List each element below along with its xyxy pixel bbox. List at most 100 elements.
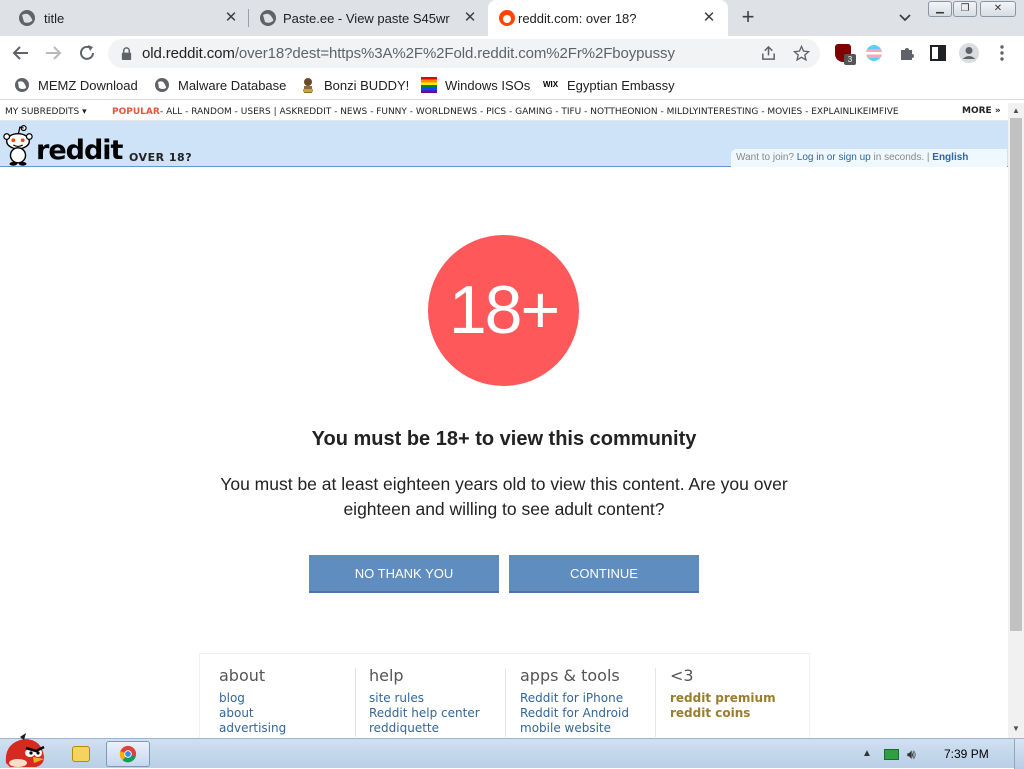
footer-link[interactable]: site rules (369, 691, 499, 706)
address-bar[interactable]: old.reddit.com/over18?dest=https%3A%2F%2… (108, 39, 820, 68)
page-footer: about blog about advertising help site r… (199, 653, 810, 737)
close-window-button[interactable]: ✕ (980, 1, 1016, 17)
reddit-premium-link[interactable]: reddit premium (670, 691, 800, 706)
scroll-down-icon[interactable]: ▼ (1008, 722, 1024, 736)
puzzle-extensions-icon[interactable] (896, 42, 918, 64)
forward-icon[interactable] (42, 42, 64, 64)
footer-column-love: <3 reddit premium reddit coins (670, 666, 800, 721)
login-signup-link[interactable]: Log in or sign up (797, 152, 871, 163)
bookmark-memz[interactable]: MEMZ Download (14, 76, 138, 94)
chrome-taskbar-button[interactable] (106, 741, 150, 767)
lock-icon[interactable] (120, 47, 133, 60)
subreddit-bar: MY SUBREDDITS ▾ POPULAR - ALL - RANDOM -… (0, 103, 1008, 121)
back-icon[interactable] (10, 42, 32, 64)
footer-heading: about (219, 666, 266, 685)
subreddit-links[interactable]: - ALL - RANDOM - USERS | ASKREDDIT - NEW… (160, 107, 950, 117)
popular-link[interactable]: POPULAR (112, 107, 160, 117)
bookmark-bonzi-buddy[interactable]: Bonzi BUDDY! (300, 76, 409, 94)
bookmark-malware-database[interactable]: Malware Database (154, 76, 286, 94)
gate-heading: You must be 18+ to view this community (311, 428, 697, 450)
footer-heading: apps & tools (520, 666, 620, 685)
bookmark-windows-isos[interactable]: Windows ISOs (421, 76, 530, 94)
extension-badge: 3 (844, 54, 856, 65)
age-18-badge: 18+ (428, 235, 579, 386)
footer-link[interactable]: reddiquette (369, 721, 499, 736)
footer-column-about: about blog about advertising (219, 666, 349, 736)
scroll-up-icon[interactable]: ▲ (1008, 104, 1024, 118)
page-title: OVER 18? (129, 151, 193, 164)
restore-button[interactable]: ❐ (953, 1, 977, 17)
taskbar-clock[interactable]: 7:39 PM (944, 747, 989, 761)
reddit-wordmark[interactable]: reddit (36, 135, 123, 166)
tab-reddit-over18[interactable]: reddit.com: over 18? ✕ (488, 0, 728, 36)
footer-divider (655, 668, 656, 737)
bookmark-label: Windows ISOs (445, 77, 531, 93)
close-tab-icon[interactable]: ✕ (222, 9, 240, 27)
show-desktop-button[interactable] (1014, 739, 1024, 769)
join-text: in seconds. (873, 152, 925, 163)
bookmarks-bar: MEMZ Download Malware Database Bonzi BUD… (0, 70, 1024, 100)
bookmark-egyptian-embassy[interactable]: WIX Egyptian Embassy (543, 76, 675, 94)
footer-link[interactable]: mobile website (520, 721, 650, 736)
my-subreddits-dropdown[interactable]: MY SUBREDDITS ▾ (5, 107, 87, 117)
wix-icon: WIX (543, 80, 559, 89)
side-panel-icon[interactable] (927, 42, 949, 64)
close-tab-icon[interactable]: ✕ (700, 9, 718, 27)
globe-icon (260, 10, 276, 26)
angry-bird-start-icon[interactable] (0, 731, 48, 769)
globe-icon (19, 10, 35, 26)
close-tab-icon[interactable]: ✕ (461, 9, 479, 27)
star-icon[interactable] (793, 45, 810, 62)
footer-link[interactable]: advertising (219, 721, 349, 736)
reload-icon[interactable] (76, 42, 98, 64)
show-hidden-icons-chevron-icon[interactable]: ▲ (862, 748, 872, 759)
minimize-button[interactable]: ▁ (928, 1, 952, 17)
rainbow-flag-icon (421, 77, 437, 93)
footer-link[interactable]: Reddit help center (369, 706, 499, 721)
bookmark-label: Bonzi BUDDY! (324, 77, 410, 93)
globe-icon (15, 78, 29, 92)
windows-taskbar: ▲ 🔊︎ 7:39 PM (0, 733, 1024, 769)
tab-label: title (44, 10, 65, 26)
reddit-favicon-icon (499, 10, 515, 26)
browser-toolbar: old.reddit.com/over18?dest=https%3A%2F%2… (0, 36, 1024, 70)
more-link[interactable]: MORE » (956, 106, 1008, 120)
bookmark-label: Egyptian Embassy (567, 77, 675, 93)
continue-button[interactable]: CONTINUE (509, 555, 699, 593)
tab-label: reddit.com: over 18? (518, 10, 637, 26)
chevron-down-icon[interactable] (896, 9, 914, 27)
volume-icon[interactable]: 🔊︎ (907, 746, 916, 763)
reddit-coins-link[interactable]: reddit coins (670, 706, 800, 721)
url-text[interactable]: old.reddit.com/over18?dest=https%3A%2F%2… (142, 45, 675, 62)
bookmark-label: Malware Database (178, 77, 287, 93)
chrome-icon (119, 745, 137, 763)
footer-divider (505, 668, 506, 737)
footer-divider (355, 668, 356, 737)
tab-title-page[interactable]: title ✕ (0, 0, 248, 36)
language-link[interactable]: English (932, 152, 968, 163)
bonzi-icon (303, 78, 313, 93)
menu-kebab-icon[interactable] (991, 42, 1013, 64)
tab-paste-ee[interactable]: Paste.ee - View paste S45wr ✕ (249, 0, 487, 36)
footer-link[interactable]: blog (219, 691, 349, 706)
footer-heading: <3 (670, 666, 694, 685)
flag-extension-icon[interactable] (866, 45, 882, 61)
globe-icon (155, 78, 169, 92)
profile-avatar-icon[interactable] (958, 42, 980, 64)
explorer-taskbar-icon[interactable] (72, 746, 90, 762)
scrollbar-thumb[interactable] (1010, 118, 1022, 631)
footer-column-help: help site rules Reddit help center reddi… (369, 666, 499, 736)
new-tab-button[interactable]: + (737, 6, 759, 29)
share-icon[interactable] (760, 45, 777, 62)
footer-heading: help (369, 666, 404, 685)
network-icon[interactable] (884, 749, 899, 760)
snoo-logo-icon[interactable] (2, 124, 34, 166)
join-text: Want to join? (736, 152, 794, 163)
separator: | (926, 152, 930, 163)
footer-link[interactable]: Reddit for iPhone (520, 691, 650, 706)
tab-strip: title ✕ Paste.ee - View paste S45wr ✕ re… (0, 0, 1024, 36)
no-thank-you-button[interactable]: NO THANK YOU (309, 555, 499, 593)
footer-link[interactable]: about (219, 706, 349, 721)
footer-link[interactable]: Reddit for Android (520, 706, 650, 721)
reddit-header: reddit OVER 18? Want to join? Log in or … (0, 121, 1008, 167)
